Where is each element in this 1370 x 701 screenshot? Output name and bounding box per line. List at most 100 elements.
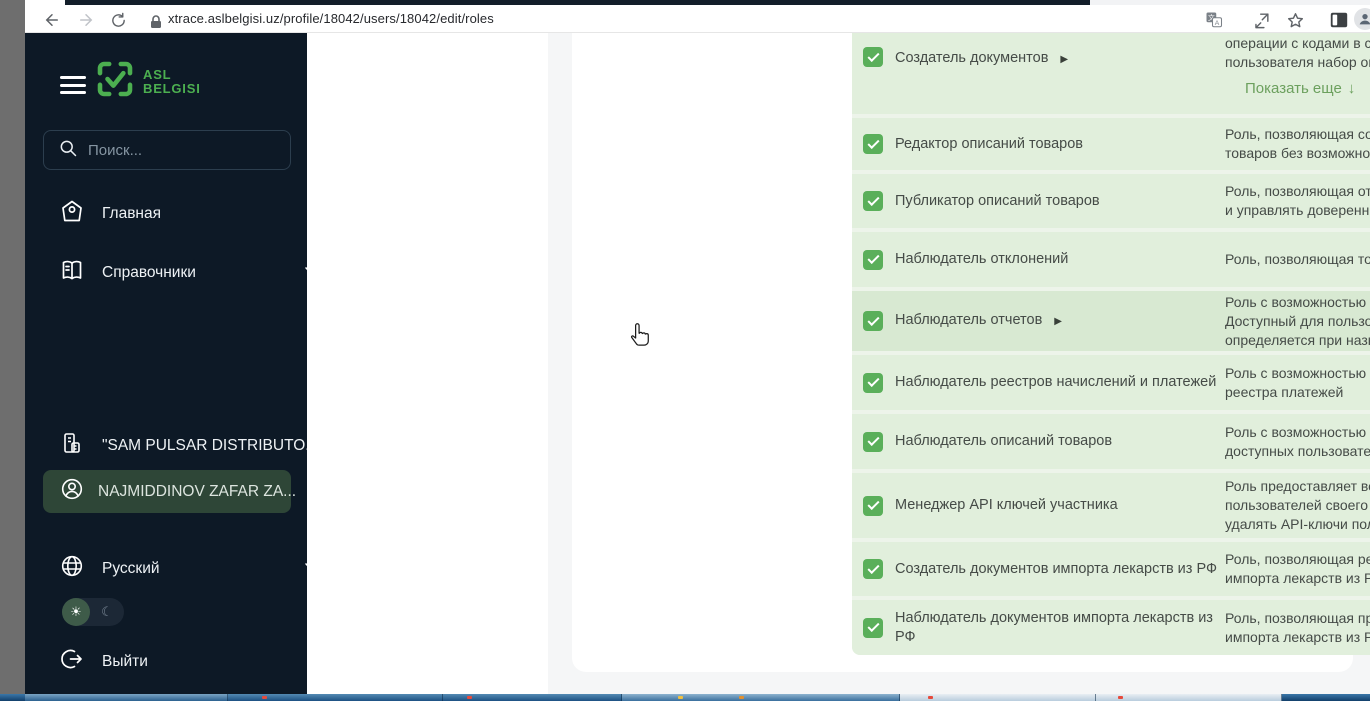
sun-icon: ☀ <box>62 598 90 626</box>
role-name-cell: Создатель документов импорта лекарств из… <box>895 560 1225 579</box>
screen: xtrace.aslbelgisi.uz/profile/18042/users… <box>0 0 1370 701</box>
role-name-cell: Создатель документов ▶ <box>895 33 1225 69</box>
app-logo[interactable]: ASL BELGISI <box>95 59 201 104</box>
sidebar: ASL BELGISI Поиск... Главная Справочники <box>25 33 318 694</box>
check-icon <box>866 433 880 447</box>
checkbox-cell <box>852 617 895 638</box>
sidebar-item-home[interactable]: Главная <box>60 199 161 228</box>
checkbox-cell <box>852 431 895 452</box>
role-row[interactable]: Наблюдатель документов импорта лекарств … <box>852 600 1370 655</box>
role-description-cell: Роль, позволяющая регистрировать докумен… <box>1225 550 1370 588</box>
role-description: Роль с возможностью просмотра отчетности… <box>1225 293 1370 348</box>
role-description: Роль, позволяющая отправлять товары на м… <box>1225 183 1370 218</box>
check-icon <box>866 193 880 206</box>
role-row[interactable]: Менеджер API ключей участника Роль предос… <box>852 473 1370 538</box>
sidebar-item-organization[interactable]: "SAM PULSAR DISTRIBUTO... <box>60 431 318 460</box>
role-description-cell: Роль, позволяющая просматривать документ… <box>1225 609 1370 647</box>
desktop-edge <box>0 0 25 694</box>
search-placeholder: Поиск... <box>88 141 143 159</box>
role-name-cell: Наблюдатель реестров начислений и платеж… <box>895 373 1225 392</box>
back-arrow-icon[interactable] <box>41 9 63 31</box>
taskbar-window-button[interactable] <box>228 694 443 701</box>
role-description-cell: Роль предоставляет возможность: 1) Просм… <box>1225 477 1370 534</box>
star-bookmark-icon[interactable] <box>1284 9 1306 31</box>
reload-icon[interactable] <box>107 9 129 31</box>
role-description: Роль с возможностью просмотра реестра на… <box>1225 364 1370 400</box>
show-more-link[interactable]: Показать еще ↓ <box>1245 79 1370 98</box>
translate-icon[interactable]: 文A <box>1203 9 1225 31</box>
role-row[interactable]: Редактор описаний товаров Роль, позволяющ… <box>852 118 1370 170</box>
taskbar-app-icon <box>739 696 744 699</box>
role-row[interactable]: Наблюдатель отклонений Роль, позволяющая … <box>852 232 1370 287</box>
role-description-cell: Роль, позволяющая создавать черновики оп… <box>1225 125 1370 163</box>
sidebar-item-logout[interactable]: Выйти <box>60 647 148 676</box>
taskbar-window-button[interactable] <box>622 694 900 701</box>
expand-arrow-icon[interactable]: ▶ <box>1060 54 1068 65</box>
check-icon <box>866 561 880 574</box>
role-checkbox[interactable] <box>863 617 883 638</box>
logo-scan-check-icon <box>95 59 135 104</box>
globe-icon <box>60 554 84 583</box>
role-row[interactable]: Наблюдатель отчетов ▶ Роль с возможностью … <box>852 291 1370 351</box>
checkbox-cell <box>852 495 895 516</box>
role-checkbox[interactable] <box>863 191 883 211</box>
checkbox-cell <box>852 191 895 211</box>
sidebar-item-user[interactable]: NAJMIDDINOV ZAFAR ZA... <box>43 470 296 513</box>
menu-hamburger-icon[interactable] <box>60 76 86 94</box>
role-name: Наблюдатель документов импорта лекарств … <box>895 609 1213 645</box>
taskbar-window-button[interactable] <box>25 694 228 701</box>
sidebar-item-label: Справочники <box>102 263 196 281</box>
role-row[interactable]: Создатель документов импорта лекарств из… <box>852 542 1370 596</box>
profile-avatar[interactable] <box>1354 8 1370 30</box>
checkbox-cell <box>852 372 895 393</box>
side-panel-icon[interactable] <box>1328 9 1350 31</box>
role-checkbox[interactable] <box>863 431 883 452</box>
search-input[interactable]: Поиск... <box>43 130 291 170</box>
role-checkbox[interactable] <box>863 559 883 579</box>
theme-toggle[interactable]: ☀ ☾ <box>62 598 124 626</box>
windows-taskbar[interactable] <box>0 694 1370 701</box>
book-icon <box>60 258 84 287</box>
role-description: операции с кодами в системе. Доступный д… <box>1225 35 1370 70</box>
role-description: Роль предоставляет возможность: 1) Просм… <box>1225 478 1370 532</box>
check-icon <box>866 619 880 633</box>
role-description-cell: Роль, позволяющая отправлять товары на м… <box>1225 182 1370 220</box>
expand-arrow-icon[interactable]: ▶ <box>1054 316 1062 327</box>
role-checkbox[interactable] <box>863 372 883 393</box>
logout-icon <box>60 647 84 676</box>
role-checkbox[interactable] <box>863 495 883 516</box>
role-name: Наблюдатель описаний товаров <box>895 433 1113 449</box>
sidebar-item-directories[interactable]: Справочники <box>60 258 317 287</box>
role-row[interactable]: Публикатор описаний товаров Роль, позволя… <box>852 174 1370 228</box>
down-arrow-icon: ↓ <box>1347 80 1356 97</box>
checkbox-cell <box>852 33 895 67</box>
sidebar-item-language[interactable]: Русский <box>60 554 317 583</box>
role-checkbox[interactable] <box>863 311 883 331</box>
logo-wordmark: ASL BELGISI <box>143 66 201 96</box>
taskbar-app-icon <box>678 696 683 699</box>
role-row[interactable]: Создатель документов ▶ операции с кодами в… <box>852 33 1370 114</box>
share-icon[interactable] <box>1250 9 1272 31</box>
logout-label: Выйти <box>102 652 148 670</box>
role-name-cell: Наблюдатель отклонений <box>895 250 1225 269</box>
role-description: Роль, позволяющая просматривать документ… <box>1225 609 1370 645</box>
role-name: Наблюдатель реестров начислений и платеж… <box>895 374 1217 390</box>
role-checkbox[interactable] <box>863 134 883 154</box>
role-row[interactable]: Наблюдатель реестров начислений и платеж… <box>852 355 1370 410</box>
address-bar-url[interactable]: xtrace.aslbelgisi.uz/profile/18042/users… <box>168 11 494 26</box>
role-description: Роль с возможностью только просмотра опи… <box>1225 423 1370 459</box>
role-checkbox[interactable] <box>863 47 883 67</box>
forward-arrow-icon[interactable] <box>75 9 97 31</box>
role-name-cell: Наблюдатель отчетов ▶ <box>895 311 1225 331</box>
check-icon <box>866 497 880 511</box>
role-name: Менеджер API ключей участника <box>895 497 1118 513</box>
taskbar-window-button[interactable] <box>1096 694 1282 701</box>
check-icon <box>866 49 880 62</box>
role-name-cell: Наблюдатель описаний товаров <box>895 432 1225 451</box>
user-circle-icon <box>60 477 84 506</box>
check-icon <box>866 251 880 265</box>
taskbar-app-icon <box>1118 696 1123 699</box>
role-checkbox[interactable] <box>863 249 883 270</box>
role-row[interactable]: Наблюдатель описаний товаров Роль с возмо… <box>852 414 1370 469</box>
role-description-cell: Роль, позволяющая только просмотр отклон… <box>1225 250 1370 269</box>
